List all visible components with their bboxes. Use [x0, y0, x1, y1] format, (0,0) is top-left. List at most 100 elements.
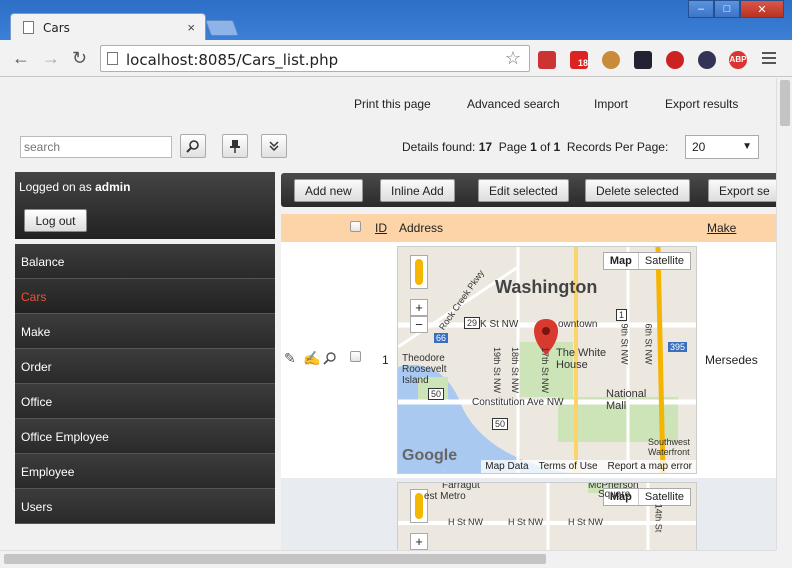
pin-button[interactable]: [222, 134, 248, 158]
row-make: Mersedes: [705, 353, 758, 367]
details-found-label: Details found:: [402, 140, 476, 154]
sidebar-item-cars[interactable]: Cars: [15, 279, 275, 314]
close-window-button[interactable]: ✕: [740, 0, 784, 18]
row-checkbox[interactable]: [350, 351, 361, 362]
map-type-satellite[interactable]: Satellite: [639, 253, 690, 269]
sidebar-item-balance[interactable]: Balance: [15, 244, 275, 279]
terms-of-use-link[interactable]: Terms of Use: [539, 461, 598, 472]
dropdown-arrow-icon: ▼: [742, 141, 752, 152]
vertical-scrollbar[interactable]: [776, 78, 792, 550]
page-icon: [23, 21, 34, 34]
address-map[interactable]: + Map Satellite Farragut est Metro McPhe…: [397, 482, 697, 550]
page-icon: [107, 52, 118, 65]
browser-titlebar: Cars × – □ ✕: [0, 0, 792, 41]
sidebar-item-order[interactable]: Order: [15, 349, 275, 384]
page-content: Print this page Advanced search Import E…: [0, 78, 776, 550]
export-results-link[interactable]: Export results: [665, 97, 738, 111]
map-data-link[interactable]: Map Data: [485, 461, 528, 472]
print-page-link[interactable]: Print this page: [354, 97, 431, 111]
delete-selected-button[interactable]: Delete selected: [585, 179, 690, 202]
map-footer: Map Data Terms of Use Report a map error: [481, 460, 696, 473]
map-label-h-st-2: H St NW: [508, 517, 543, 527]
records-per-page-label: Records Per Page:: [566, 140, 669, 154]
column-header-address: Address: [399, 221, 444, 235]
map-label-k-st: K St NW: [480, 319, 519, 330]
column-header-id[interactable]: ID: [375, 221, 387, 235]
map-label-downtown: owntown: [558, 319, 598, 330]
sidebar-item-users[interactable]: Users: [15, 489, 275, 524]
bookmark-star-icon[interactable]: ☆: [505, 48, 521, 69]
google-logo: Google: [402, 447, 458, 464]
dark-extension-icon[interactable]: [634, 51, 652, 69]
records-per-page-value: 20: [692, 140, 706, 154]
zoom-in-button[interactable]: +: [410, 533, 428, 550]
forward-arrow-icon[interactable]: →: [42, 48, 60, 69]
records-per-page-select[interactable]: 20 ▼: [685, 135, 759, 159]
edit-pencil-icon[interactable]: ✎: [284, 350, 296, 367]
sidebar-item-make[interactable]: Make: [15, 314, 275, 349]
map-label-h-st-3: H St NW: [568, 517, 603, 527]
address-map[interactable]: + − Map Satellite Washington K St NW own…: [397, 246, 697, 474]
column-header-make[interactable]: Make: [707, 221, 736, 235]
map-label-6th-st: 6th St NW: [643, 323, 654, 365]
add-new-button[interactable]: Add new: [294, 179, 363, 202]
map-type-satellite[interactable]: Satellite: [639, 489, 690, 505]
minimize-button[interactable]: –: [688, 0, 714, 18]
sidebar-item-employee[interactable]: Employee: [15, 454, 275, 489]
target-extension-icon[interactable]: [698, 51, 716, 69]
horizontal-scroll-thumb[interactable]: [4, 554, 546, 564]
map-label-9th-st: 9th St NW: [619, 323, 630, 365]
search-input[interactable]: [20, 136, 172, 158]
view-magnifier-icon[interactable]: [323, 351, 337, 365]
advanced-search-link[interactable]: Advanced search: [467, 97, 560, 111]
zoom-out-button[interactable]: −: [410, 316, 428, 333]
address-bar[interactable]: localhost:8085/Cars_list.php ☆: [100, 45, 530, 72]
import-link[interactable]: Import: [594, 97, 628, 111]
inline-add-button[interactable]: Inline Add: [380, 179, 455, 202]
cookie-extension-icon[interactable]: [602, 51, 620, 69]
notification-extension-icon[interactable]: 18: [570, 51, 588, 69]
maximize-button[interactable]: □: [714, 0, 740, 18]
row-id: 1: [382, 353, 389, 367]
page-total: 1: [553, 140, 561, 154]
report-map-error-link[interactable]: Report a map error: [608, 461, 692, 472]
route-66-shield: 66: [434, 333, 449, 343]
search-button[interactable]: [180, 134, 206, 158]
edit-selected-button[interactable]: Edit selected: [478, 179, 569, 202]
map-label-18th-st: 18th St NW: [510, 346, 521, 394]
expand-options-button[interactable]: [261, 134, 287, 158]
bookmark-extension-icon[interactable]: [538, 51, 556, 69]
map-label-17th-st: 17th St NW: [540, 346, 551, 394]
map-label-19th-st: 19th St NW: [492, 346, 503, 394]
tab-close-icon[interactable]: ×: [187, 20, 195, 35]
browser-toolbar: ← → ↻ localhost:8085/Cars_list.php ☆ 18 …: [0, 40, 792, 77]
route-50-shield-b: 50: [492, 418, 509, 430]
map-city-label: Washington: [495, 277, 598, 297]
record-details: Details found: 17 Page 1 of 1 Records Pe…: [402, 140, 668, 154]
stop-extension-icon[interactable]: [666, 51, 684, 69]
sidebar-item-office[interactable]: Office: [15, 384, 275, 419]
horizontal-scrollbar[interactable]: [0, 550, 776, 568]
zoom-in-button[interactable]: +: [410, 299, 428, 316]
select-all-checkbox[interactable]: [350, 221, 361, 232]
route-29-shield: 29: [464, 317, 481, 329]
adblock-extension-icon[interactable]: ABP: [729, 51, 747, 69]
inline-edit-icon[interactable]: ✍: [303, 350, 320, 367]
map-label-constitution-ave: Constitution Ave NW: [472, 397, 564, 408]
map-label-national-mall: National Mall: [606, 388, 647, 412]
vertical-scroll-thumb[interactable]: [780, 80, 790, 126]
map-label-14th-st: 14th St: [653, 503, 664, 533]
sidebar-item-office-employee[interactable]: Office Employee: [15, 419, 275, 454]
new-tab-button[interactable]: [205, 20, 239, 36]
browser-menu-icon[interactable]: [762, 52, 776, 67]
logout-button[interactable]: Log out: [24, 209, 87, 232]
reload-icon[interactable]: ↻: [72, 48, 87, 69]
map-type-map[interactable]: Map: [604, 253, 639, 269]
tab-title: Cars: [43, 21, 70, 35]
sidebar-menu: Balance Cars Make Order Office Office Em…: [15, 244, 275, 524]
export-selected-button[interactable]: Export se: [708, 179, 776, 202]
map-type-control[interactable]: Map Satellite: [602, 252, 691, 270]
street-view-pegman-icon[interactable]: [410, 255, 428, 289]
back-arrow-icon[interactable]: ←: [12, 48, 30, 69]
browser-tab[interactable]: Cars ×: [10, 13, 206, 41]
